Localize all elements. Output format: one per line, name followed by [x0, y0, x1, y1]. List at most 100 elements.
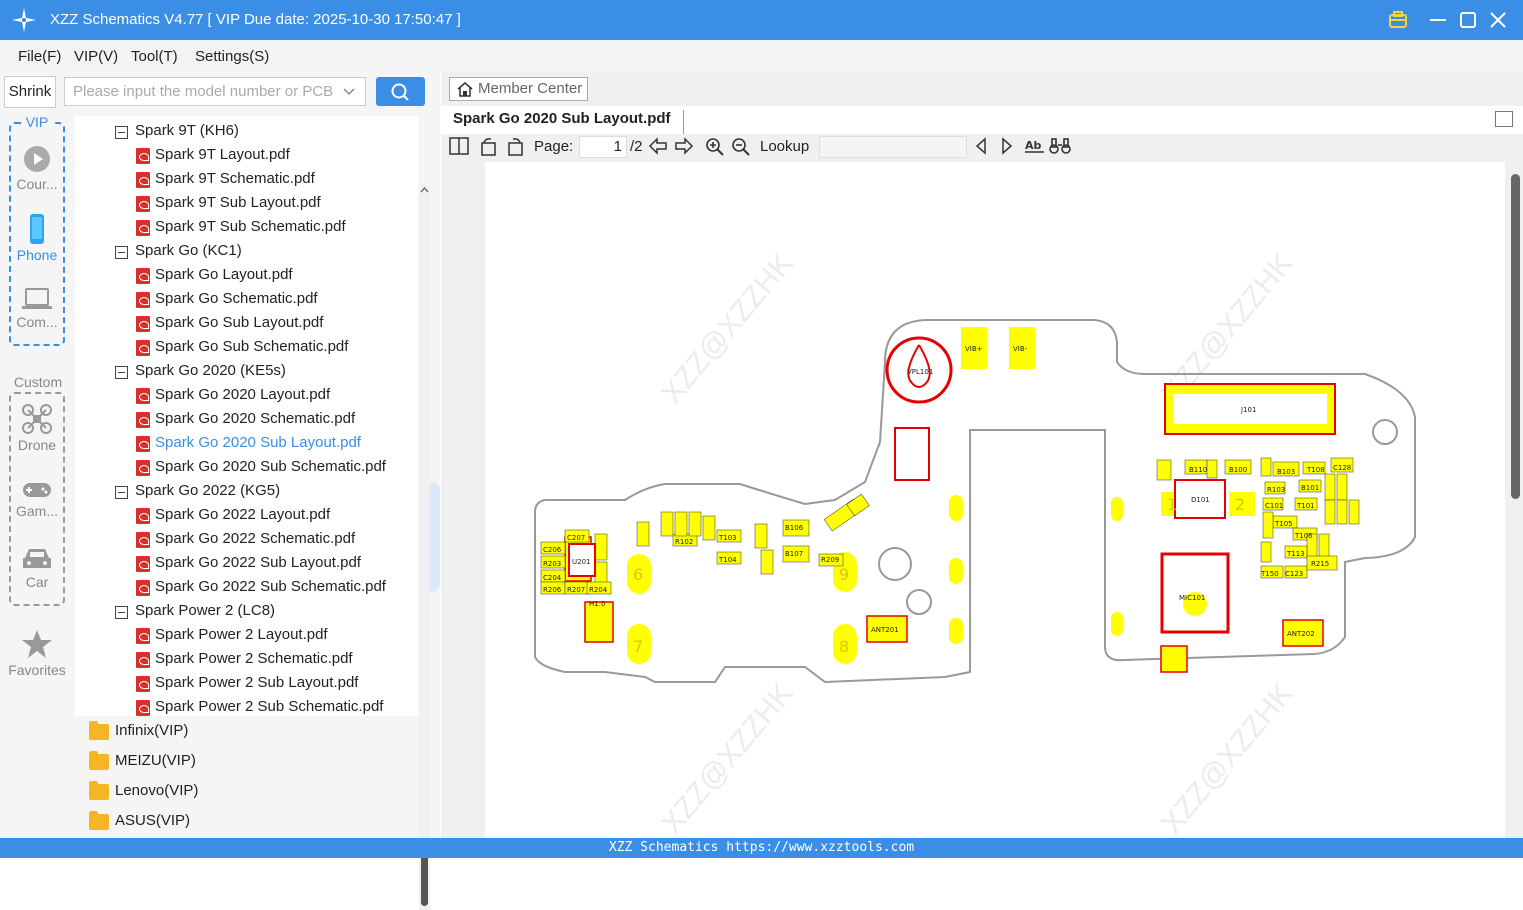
lookup-input[interactable] — [819, 136, 967, 158]
pcb-label: R103 — [1267, 486, 1285, 494]
side-item-courses[interactable]: Cour... — [0, 144, 74, 192]
side-item-label: Drone — [17, 437, 57, 453]
scroll-up-icon[interactable] — [420, 186, 429, 194]
find-next-icon[interactable] — [999, 137, 1015, 155]
next-page-icon[interactable] — [674, 137, 694, 155]
pdf-viewer[interactable]: XZZ@XZZHK XZZ@XZZHK XZZ@XZZHK XZZ@XZZHK — [485, 162, 1505, 838]
member-center-button[interactable]: Member Center — [449, 77, 588, 101]
chevron-down-icon[interactable] — [342, 85, 356, 99]
page-number-input[interactable]: 1 — [579, 136, 627, 158]
collapse-icon[interactable] — [115, 126, 128, 139]
search-button[interactable] — [376, 77, 425, 106]
pdf-icon — [136, 700, 150, 716]
pcb-label: C206 — [543, 546, 562, 554]
member-center-label: Member Center — [478, 80, 583, 97]
side-item-label: Gam... — [15, 503, 58, 519]
lookup-label: Lookup — [760, 138, 810, 155]
side-item-game[interactable]: Gam... — [0, 479, 74, 519]
close-icon[interactable] — [1487, 9, 1509, 31]
side-item-drone[interactable]: Drone — [0, 403, 74, 453]
binoculars-icon[interactable] — [1049, 137, 1071, 155]
pdf-icon — [136, 532, 150, 548]
play-icon — [24, 146, 50, 172]
zoom-in-icon[interactable] — [705, 137, 725, 157]
pcb-label: T105 — [1274, 520, 1293, 528]
pdf-icon — [136, 412, 150, 428]
brand-folder-list: Infinix(VIP) MEIZU(VIP) Lenovo(VIP) ASUS… — [75, 716, 418, 838]
pcb-label: B103 — [1277, 468, 1295, 476]
pad-number: 6 — [633, 565, 643, 584]
pcb-hole — [1372, 419, 1398, 445]
sidebar-toggle-icon[interactable] — [449, 137, 469, 155]
pdf-icon — [136, 388, 150, 404]
title-bar: XZZ Schematics V4.77 [ VIP Due date: 202… — [0, 0, 1523, 40]
close-tabs-icon[interactable] — [1495, 111, 1513, 127]
pdf-icon — [136, 676, 150, 692]
pdf-icon — [136, 580, 150, 596]
side-item-phone[interactable]: Phone — [0, 213, 74, 263]
tree-scrollbar[interactable] — [419, 184, 430, 910]
rotate-left-icon[interactable] — [479, 137, 499, 157]
pcb-label: T113 — [1286, 550, 1305, 558]
pcb-label: R102 — [675, 538, 693, 546]
collapse-icon[interactable] — [115, 486, 128, 499]
menu-file[interactable]: File(F) — [18, 48, 61, 65]
panel-splitter[interactable] — [430, 482, 440, 592]
match-case-icon[interactable]: Ab — [1024, 137, 1046, 155]
side-item-label: Car — [25, 574, 49, 590]
pad-numbers: 6 7 8 9 1 2 — [633, 495, 1245, 656]
zoom-out-icon[interactable] — [731, 137, 751, 157]
pcb-label: B110 — [1189, 466, 1207, 474]
pdf-icon — [136, 268, 150, 284]
pcb-label: T104 — [718, 556, 737, 564]
collapse-icon[interactable] — [115, 606, 128, 619]
collapse-icon[interactable] — [115, 246, 128, 259]
pcb-label: D101 — [1191, 496, 1210, 504]
pcb-label: B101 — [1301, 484, 1319, 492]
pcb-label: U201 — [572, 558, 590, 566]
pad-number: 8 — [839, 637, 849, 656]
folder-icon — [89, 751, 109, 770]
connector-j201 — [894, 427, 930, 481]
folder-icon — [89, 781, 109, 800]
prev-page-icon[interactable] — [648, 137, 668, 155]
scrollbar-thumb[interactable] — [421, 852, 428, 906]
search-input[interactable]: Please input the model number or PCB — [64, 77, 366, 106]
side-item-computer[interactable]: Com... — [0, 286, 74, 330]
document-tab-bar: Spark Go 2020 Sub Layout.pdf — [441, 106, 1523, 134]
pcb-label: R206 — [543, 586, 562, 594]
document-tab[interactable]: Spark Go 2020 Sub Layout.pdf — [453, 110, 684, 134]
pad-number: 1 — [1167, 495, 1177, 514]
maximize-icon[interactable] — [1457, 9, 1479, 31]
pcb-label: R215 — [1311, 560, 1329, 568]
scrollbar-thumb[interactable] — [1511, 174, 1520, 499]
menu-settings[interactable]: Settings(S) — [195, 48, 269, 65]
document-panel: Member Center Spark Go 2020 Sub Layout.p… — [441, 72, 1523, 838]
window-title: XZZ Schematics V4.77 [ VIP Due date: 202… — [50, 11, 461, 28]
shrink-button[interactable]: Shrink — [4, 76, 56, 108]
laptop-icon — [22, 288, 52, 309]
pcb-label: VPL101 — [907, 368, 933, 376]
pcb-label: R204 — [589, 586, 608, 594]
app-logo-icon — [12, 8, 36, 32]
pcb-label: R209 — [821, 556, 839, 564]
star-icon — [22, 630, 52, 658]
pdf-icon — [136, 220, 150, 236]
pdf-icon — [136, 436, 150, 452]
minimize-icon[interactable] — [1427, 9, 1449, 31]
folder-icon — [89, 721, 109, 740]
find-prev-icon[interactable] — [973, 137, 989, 155]
viewer-scrollbar[interactable] — [1509, 162, 1523, 838]
rotate-right-icon[interactable] — [505, 137, 525, 157]
menu-tool[interactable]: Tool(T) — [131, 48, 178, 65]
menu-vip[interactable]: VIP(V) — [74, 48, 118, 65]
left-panel: Shrink Please input the model number or … — [0, 72, 440, 910]
pcb-label: C123 — [1285, 570, 1303, 578]
pdf-icon — [136, 292, 150, 308]
side-item-favorites[interactable]: Favorites — [0, 628, 74, 678]
page-label: Page: — [534, 138, 574, 155]
vip-bag-icon[interactable] — [1387, 9, 1409, 31]
side-item-car[interactable]: Car — [0, 546, 74, 590]
pcb-layout[interactable]: VIB+ VIB- VPL101 J101 B110 B100 B103 T10… — [485, 162, 1505, 838]
collapse-icon[interactable] — [115, 366, 128, 379]
